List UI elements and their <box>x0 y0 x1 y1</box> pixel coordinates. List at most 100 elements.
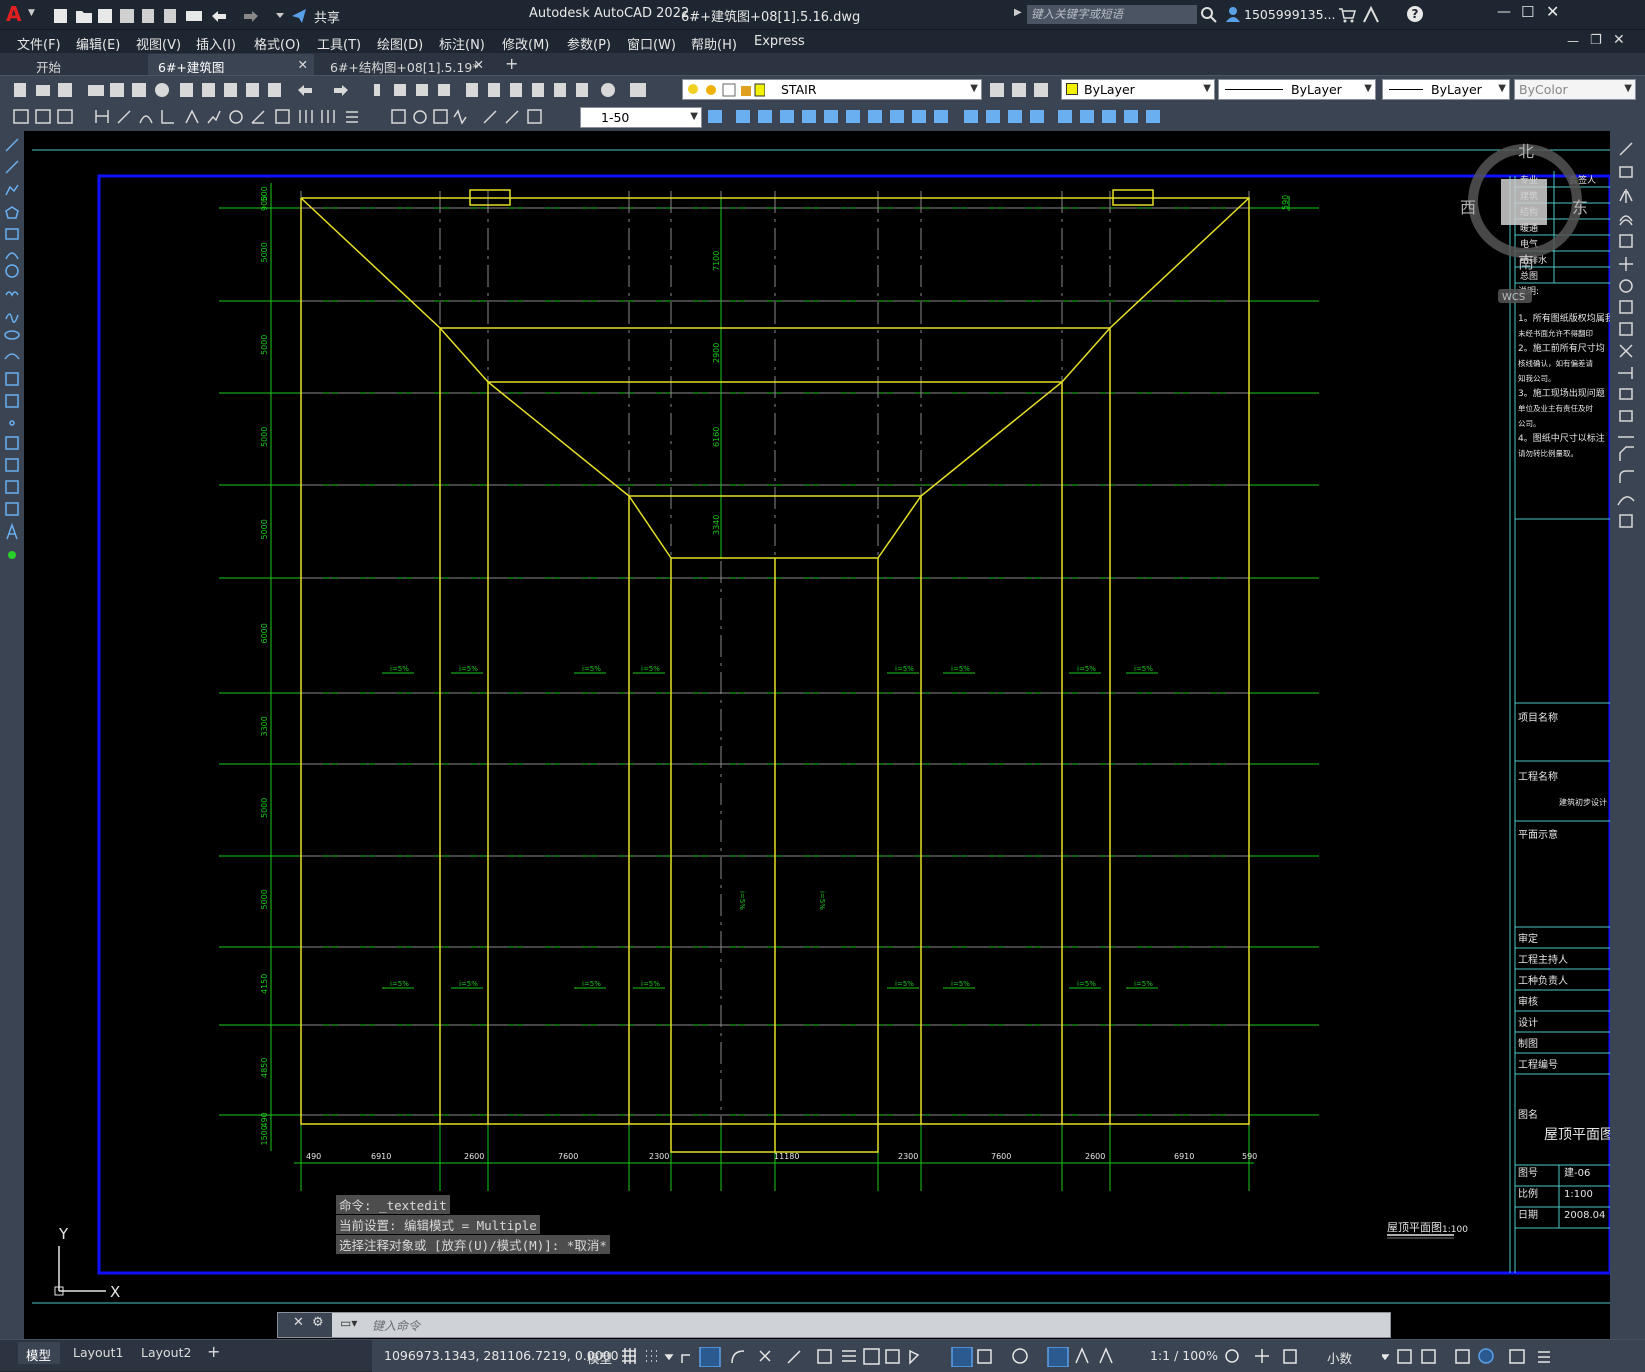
publish-icon[interactable] <box>132 83 146 97</box>
bringfront-icon[interactable] <box>1124 110 1138 123</box>
array-side-icon[interactable] <box>1619 234 1633 248</box>
linetype-dropdown[interactable]: ByLayer ▼ <box>1218 79 1376 100</box>
doc-minimize-icon[interactable]: — <box>1567 34 1579 48</box>
mtext-icon[interactable] <box>6 522 18 540</box>
blockatt-icon[interactable] <box>35 109 51 124</box>
open-web-icon[interactable] <box>164 9 176 23</box>
grid-icon[interactable] <box>622 1348 636 1364</box>
close-command-icon[interactable]: ✕ <box>293 1315 304 1330</box>
osnap-icon[interactable] <box>817 1349 832 1364</box>
tab-model[interactable]: 模型 <box>18 1342 60 1364</box>
qat-dropdown-icon[interactable] <box>276 13 284 18</box>
inspect-icon[interactable] <box>433 109 448 124</box>
dynamic-ucs-icon[interactable] <box>951 1347 973 1367</box>
dropdown-arrow-icon[interactable] <box>1382 1354 1390 1361</box>
save-tb-icon[interactable] <box>58 83 72 97</box>
redo-icon[interactable] <box>244 11 258 22</box>
qdim-icon[interactable] <box>275 109 290 124</box>
offset-icon[interactable] <box>802 110 816 123</box>
table-icon[interactable] <box>5 502 19 516</box>
close-icon[interactable]: ✕ <box>1546 2 1559 21</box>
menu-view[interactable]: 视图(V) <box>136 34 181 53</box>
battman-icon[interactable] <box>57 109 73 124</box>
explode-icon[interactable] <box>1080 110 1094 123</box>
erase-side-icon[interactable] <box>1619 142 1633 156</box>
chamfer-side-icon[interactable] <box>1619 446 1634 461</box>
mirror-side-icon[interactable] <box>1619 189 1633 203</box>
dim-ordinate-icon[interactable] <box>161 110 174 124</box>
minimize-icon[interactable]: — <box>1497 4 1511 20</box>
copy-side-icon[interactable] <box>1619 166 1633 178</box>
dim-jogged-icon[interactable] <box>207 110 221 124</box>
tab-close-icon[interactable]: ✕ <box>474 57 484 72</box>
extend-side-icon[interactable] <box>1618 367 1633 379</box>
annotation-scale-value[interactable]: 1:1 / 100% <box>1150 1348 1218 1363</box>
command-line[interactable]: ✕ ⚙ ▭▾ 键入命令 <box>277 1312 1391 1338</box>
selection-filter-icon[interactable] <box>977 1349 992 1364</box>
doc-restore-icon[interactable]: ❐ <box>1590 33 1602 48</box>
command-input[interactable]: 键入命令 <box>372 1317 420 1334</box>
layer-previous-icon[interactable] <box>1012 83 1026 97</box>
help-tb-icon[interactable] <box>601 83 615 97</box>
dim-diameter-icon[interactable] <box>229 110 243 124</box>
menu-draw[interactable]: 绘图(D) <box>377 34 423 53</box>
menu-insert[interactable]: 插入(I) <box>196 34 236 53</box>
menu-dimension[interactable]: 标注(N) <box>439 34 485 53</box>
osnap-track-icon[interactable] <box>759 1350 771 1362</box>
blend-side-icon[interactable] <box>1617 496 1635 506</box>
properties-icon[interactable] <box>466 83 478 97</box>
ellipse-icon[interactable] <box>4 330 20 340</box>
preview-icon[interactable] <box>110 83 124 97</box>
revcloud-icon[interactable] <box>5 291 19 297</box>
quickcalc-icon[interactable] <box>576 83 588 97</box>
rectangle-icon[interactable] <box>5 228 19 240</box>
zoom-window-icon[interactable] <box>416 84 428 96</box>
annotation-scale-icon[interactable] <box>1099 1347 1113 1364</box>
dimedit-icon[interactable] <box>483 110 497 124</box>
region-icon[interactable] <box>5 480 19 494</box>
menu-tools[interactable]: 工具(T) <box>317 34 361 53</box>
move-side-icon[interactable] <box>1619 257 1633 271</box>
scale-side-icon[interactable] <box>1619 300 1633 314</box>
dimtedit-icon[interactable] <box>505 110 519 124</box>
search-icon[interactable] <box>1200 6 1218 24</box>
menu-format[interactable]: 格式(O) <box>254 34 300 53</box>
maximize-icon[interactable]: ☐ <box>1521 3 1534 21</box>
ortho-icon[interactable] <box>699 1347 721 1367</box>
drawing-canvas[interactable]: 500 900 5000 5000 5000 5000 6000 3300 5000 5000 41… <box>24 131 1610 1339</box>
arc-icon[interactable] <box>5 252 19 260</box>
insert-block-icon[interactable] <box>5 372 19 386</box>
customization-icon[interactable] <box>1538 1351 1550 1363</box>
menu-help[interactable]: 帮助(H) <box>691 34 737 53</box>
copy-icon[interactable] <box>202 83 215 97</box>
annotation-visibility-icon[interactable] <box>1047 1347 1069 1367</box>
polygon-icon[interactable] <box>5 206 19 219</box>
undo-tb-icon[interactable] <box>298 85 312 96</box>
dim-space-icon[interactable] <box>346 111 358 123</box>
extend-icon[interactable] <box>964 110 978 123</box>
web-mobile-icon[interactable] <box>142 9 154 23</box>
polyline-icon[interactable] <box>5 184 19 196</box>
color-dropdown[interactable]: ByLayer ▼ <box>1061 79 1215 100</box>
model-space-toggle[interactable]: 模型 <box>587 1348 612 1367</box>
lineweight-icon[interactable] <box>842 1350 856 1362</box>
add-layout-icon[interactable]: + <box>207 1342 220 1361</box>
quick-properties-icon[interactable] <box>1397 1349 1412 1364</box>
tolerance-icon[interactable] <box>391 109 406 124</box>
isodraft-icon[interactable] <box>787 1350 801 1364</box>
attedit-icon[interactable] <box>13 109 29 124</box>
break-side-icon[interactable] <box>1619 410 1633 422</box>
gizmo-icon[interactable] <box>1012 1348 1028 1364</box>
scale-icon[interactable] <box>890 110 904 123</box>
jogged-linear-icon[interactable] <box>453 109 467 125</box>
transparency-icon[interactable] <box>863 1348 880 1365</box>
user-name[interactable]: 1505999135... <box>1244 7 1335 22</box>
isolate-icon[interactable] <box>1283 1349 1297 1364</box>
dim-radius-icon[interactable] <box>185 109 199 124</box>
hardware-acceleration-icon[interactable] <box>1478 1348 1494 1364</box>
trim-icon[interactable] <box>934 110 948 123</box>
clean-screen-icon[interactable] <box>1509 1349 1525 1364</box>
infer-icon[interactable] <box>681 1354 690 1363</box>
dim-continue-icon[interactable] <box>321 110 335 123</box>
rotate-side-icon[interactable] <box>1619 279 1633 293</box>
